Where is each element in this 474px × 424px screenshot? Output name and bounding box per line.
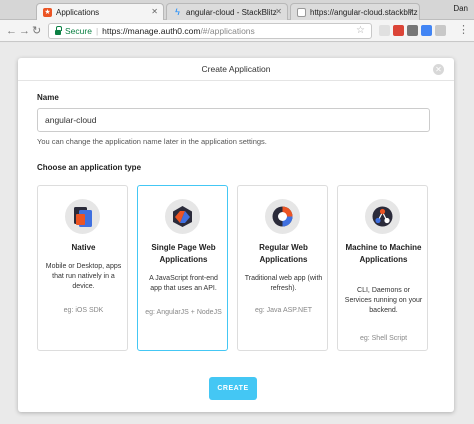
star-icon[interactable]: ☆ <box>356 25 365 36</box>
extension-icon[interactable] <box>407 25 418 36</box>
card-example: eg: iOS SDK <box>63 307 104 314</box>
tab-applications[interactable]: ★ Applications ✕ <box>36 3 164 20</box>
card-title: Native <box>71 243 96 252</box>
card-description: CLI, Daemons or Services running on your… <box>344 287 423 314</box>
name-label: Name <box>37 93 59 102</box>
menu-icon[interactable]: ⋮ <box>458 24 469 36</box>
tab-label: Applications <box>56 7 100 17</box>
modal-title: Create Application <box>201 64 271 74</box>
card-native[interactable]: Native Mobile or Desktop, apps that run … <box>37 185 128 351</box>
card-description: Mobile or Desktop, apps that run nativel… <box>45 263 122 290</box>
card-example: eg: Shell Script <box>359 335 408 342</box>
name-input[interactable] <box>37 108 430 132</box>
card-description: A JavaScript front-end app that uses an … <box>149 275 218 292</box>
card-machine-to-machine[interactable]: Machine to Machine Applications CLI, Dae… <box>337 185 428 351</box>
tab-label: https://angular-cloud.stackblitz <box>310 7 418 17</box>
close-icon[interactable]: ✕ <box>151 7 158 16</box>
url-host: https://manage.auth0.com <box>102 26 201 36</box>
lock-icon <box>55 25 62 35</box>
address-bar[interactable]: Secure | https://manage.auth0.com/#/appl… <box>48 23 372 39</box>
url-path: /#/applications <box>200 26 255 36</box>
card-title: Single Page Web Applications <box>151 243 216 264</box>
name-help-text: You can change the application name late… <box>37 137 267 146</box>
forward-icon[interactable]: → <box>19 25 30 37</box>
stackblitz-bolt-icon: ϟ <box>175 7 180 17</box>
secure-label: Secure <box>65 26 92 36</box>
card-title: Regular Web Applications <box>259 243 308 264</box>
create-application-modal: Create Application ✕ Name You can change… <box>18 58 454 412</box>
close-icon[interactable]: ✕ <box>407 7 414 16</box>
card-regular-web[interactable]: Regular Web Applications Traditional web… <box>237 185 328 351</box>
regular-web-app-icon <box>265 199 300 234</box>
card-example: eg: Java ASP.NET <box>254 307 313 314</box>
close-icon[interactable]: ✕ <box>275 7 282 16</box>
divider <box>18 80 454 81</box>
machine-to-machine-icon <box>365 199 400 234</box>
page-icon <box>297 7 306 17</box>
native-app-icon <box>65 199 100 234</box>
card-description: Traditional web app (with refresh). <box>244 275 323 292</box>
extension-icon[interactable] <box>435 25 446 36</box>
browser-tab-bar: ★ Applications ✕ ϟ angular-cloud - Stack… <box>0 0 474 20</box>
card-spa[interactable]: Single Page Web Applications A JavaScrip… <box>137 185 228 351</box>
spa-icon <box>165 199 200 234</box>
extension-icon[interactable] <box>379 25 390 36</box>
type-label: Choose an application type <box>37 163 142 172</box>
profile-name[interactable]: Dan <box>453 4 468 13</box>
tab-angular-cloud[interactable]: https://angular-cloud.stackblitz ✕ <box>290 3 420 20</box>
card-example: eg: AngularJS + NodeJS <box>145 309 222 316</box>
tab-label: angular-cloud - StackBlitz <box>186 7 277 17</box>
tab-stackblitz[interactable]: ϟ angular-cloud - StackBlitz ✕ <box>166 3 288 20</box>
reload-icon[interactable]: ↻ <box>32 25 41 37</box>
close-icon[interactable]: ✕ <box>433 64 444 75</box>
address-separator: | <box>95 26 99 36</box>
auth0-shield-icon: ★ <box>43 7 52 17</box>
browser-toolbar: ← → ↻ Secure | https://manage.auth0.com /… <box>0 20 474 42</box>
card-title: Machine to Machine Applications <box>345 243 422 264</box>
create-button[interactable]: CREATE <box>209 377 257 400</box>
translate-icon[interactable] <box>421 25 432 36</box>
gmail-icon[interactable] <box>393 25 404 36</box>
back-icon[interactable]: ← <box>6 25 17 37</box>
